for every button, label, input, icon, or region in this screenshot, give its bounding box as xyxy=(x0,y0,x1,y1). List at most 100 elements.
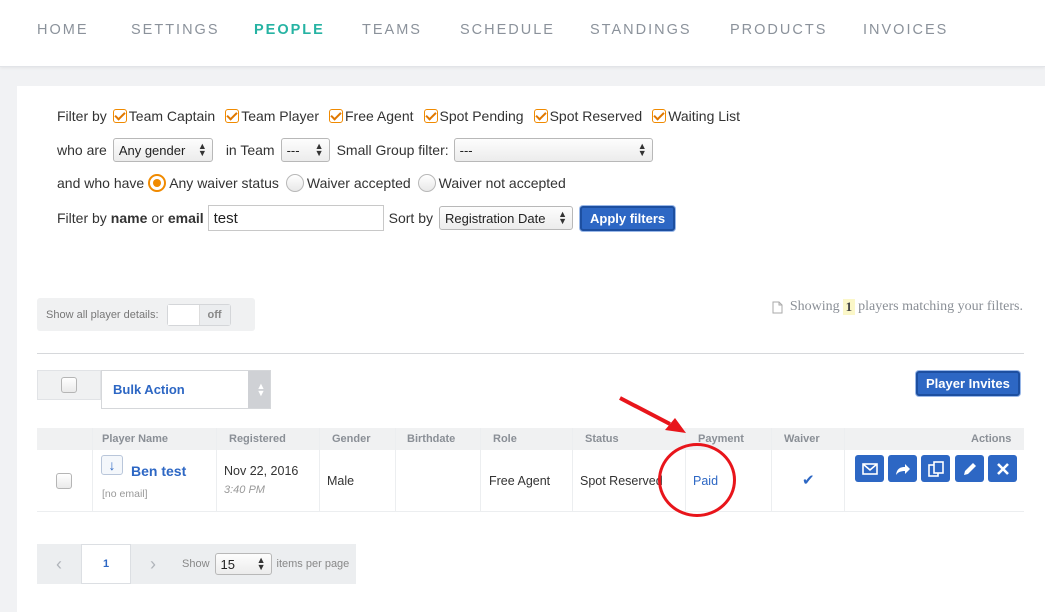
registered-date: Nov 22, 2016 xyxy=(224,464,299,478)
tab-schedule[interactable]: SCHEDULE xyxy=(460,22,555,38)
tab-settings[interactable]: SETTINGS xyxy=(131,22,220,38)
checkbox-team-captain[interactable] xyxy=(112,109,127,123)
toggle-knob xyxy=(167,304,200,325)
team-select-value: --- xyxy=(286,142,300,158)
or-label: or xyxy=(151,210,164,226)
registered-time: 3:40 PM xyxy=(224,484,265,496)
select-all-checkbox-cell xyxy=(37,370,101,400)
label-spot-reserved: Spot Reserved xyxy=(549,108,643,124)
players-table-header: Player Name Registered Gender Birthdate … xyxy=(37,428,1024,450)
per-page-control: Show 15 ▲ ▼ items per page xyxy=(175,544,357,584)
updown-icon: ▲ ▼ xyxy=(256,555,266,572)
updown-icon: ▲ ▼ xyxy=(637,141,647,158)
top-navigation: HOME SETTINGS PEOPLE TEAMS SCHEDULE STAN… xyxy=(0,0,1045,67)
label-team-player: Team Player xyxy=(241,108,319,124)
header-gender: Gender xyxy=(332,433,371,445)
bulk-action-bar: Bulk Action ▲ ▼ xyxy=(37,370,271,409)
table-row: ↓ Ben test [no email] Nov 22, 2016 3:40 … xyxy=(37,450,1024,512)
label-free-agent: Free Agent xyxy=(345,108,414,124)
sort-select[interactable]: Registration Date ▲ ▼ xyxy=(439,206,573,230)
per-page-select[interactable]: 15 ▲ ▼ xyxy=(214,553,272,575)
header-player-name: Player Name xyxy=(102,433,169,445)
annotation-arrow xyxy=(619,396,686,433)
label-waiver-not-accepted: Waiver not accepted xyxy=(438,175,566,191)
updown-icon: ▲ ▼ xyxy=(248,371,270,408)
prev-page-button[interactable]: ‹ xyxy=(37,544,81,584)
waiver-filter-row: and who have Any waiver status Waiver ac… xyxy=(57,174,566,192)
who-are-label: who are xyxy=(57,142,107,158)
tab-products[interactable]: PRODUCTS xyxy=(730,22,827,38)
document-icon xyxy=(772,301,783,313)
showing-prefix: Showing xyxy=(789,299,840,314)
updown-icon: ▲ ▼ xyxy=(314,141,324,158)
section-divider xyxy=(37,353,1024,354)
checkbox-spot-pending[interactable] xyxy=(423,109,438,123)
player-details-label: Show all player details: xyxy=(46,308,159,321)
radio-any-waiver[interactable] xyxy=(148,174,167,192)
arrow-down-icon[interactable]: ↓ xyxy=(101,455,123,475)
tab-invoices[interactable]: INVOICES xyxy=(863,22,948,38)
copy-icon[interactable] xyxy=(921,455,950,482)
gender-value: Male xyxy=(327,474,355,488)
player-email: [no email] xyxy=(102,488,148,500)
checkbox-waiting-list[interactable] xyxy=(652,109,667,123)
tab-home[interactable]: HOME xyxy=(37,22,89,38)
header-registered: Registered xyxy=(229,433,286,445)
per-page-value: 15 xyxy=(220,556,235,572)
next-page-button[interactable]: › xyxy=(131,544,175,584)
role-filter-row: Filter by Team Captain Team Player Free … xyxy=(57,108,750,124)
filter-by-label: Filter by xyxy=(57,108,107,124)
label-spot-pending: Spot Pending xyxy=(439,108,524,124)
bulk-action-select[interactable]: Bulk Action ▲ ▼ xyxy=(101,370,271,409)
small-group-label: Small Group filter: xyxy=(336,142,449,158)
role-value: Free Agent xyxy=(489,474,551,488)
select-filter-row: who are Any gender ▲ ▼ in Team --- ▲ ▼ Sma… xyxy=(57,138,653,162)
name-label: name xyxy=(110,210,148,226)
search-input[interactable] xyxy=(207,205,384,231)
small-group-select[interactable]: --- ▲ ▼ xyxy=(453,138,653,162)
pagination: ‹ 1 › Show 15 ▲ ▼ items per page xyxy=(37,544,357,584)
checkbox-team-player[interactable] xyxy=(225,109,240,123)
and-who-have-label: and who have xyxy=(57,175,145,191)
sort-by-label: Sort by xyxy=(388,210,433,226)
header-waiver: Waiver xyxy=(784,433,820,445)
gender-select-value: Any gender xyxy=(118,142,186,158)
annotation-circle xyxy=(658,443,736,517)
header-birthdate: Birthdate xyxy=(407,433,456,445)
sort-select-value: Registration Date xyxy=(445,210,546,226)
email-icon[interactable] xyxy=(855,455,884,482)
delete-icon[interactable] xyxy=(988,455,1017,482)
people-panel: Filter by Team Captain Team Player Free … xyxy=(17,86,1045,612)
tab-teams[interactable]: TEAMS xyxy=(362,22,422,38)
current-page[interactable]: 1 xyxy=(81,544,131,584)
tab-people[interactable]: PEOPLE xyxy=(254,22,325,38)
tab-standings[interactable]: STANDINGS xyxy=(590,22,692,38)
results-summary: Showing 1 players matching your filters. xyxy=(772,299,1023,315)
player-details-toggle[interactable]: off xyxy=(166,303,231,326)
toggle-state: off xyxy=(199,304,230,325)
edit-icon[interactable] xyxy=(955,455,984,482)
player-name-link[interactable]: Ben test xyxy=(131,463,186,479)
email-label: email xyxy=(167,210,204,226)
radio-waiver-accepted[interactable] xyxy=(285,174,304,192)
results-count-badge: 1 xyxy=(842,299,856,315)
label-team-captain: Team Captain xyxy=(128,108,216,124)
gender-select[interactable]: Any gender ▲ ▼ xyxy=(112,138,213,162)
team-select[interactable]: --- ▲ ▼ xyxy=(280,138,330,162)
label-waiting-list: Waiting List xyxy=(668,108,741,124)
label-any-waiver: Any waiver status xyxy=(169,175,279,191)
updown-icon: ▲ ▼ xyxy=(197,141,207,158)
player-invites-button[interactable]: Player Invites xyxy=(916,371,1020,396)
bulk-action-label: Bulk Action xyxy=(113,382,185,397)
checkbox-free-agent[interactable] xyxy=(329,109,343,123)
player-details-toggle-container: Show all player details: off xyxy=(37,298,255,331)
row-checkbox[interactable] xyxy=(56,473,72,489)
radio-waiver-not-accepted[interactable] xyxy=(417,174,436,192)
updown-icon: ▲ ▼ xyxy=(558,209,567,226)
checkbox-spot-reserved[interactable] xyxy=(533,109,548,123)
apply-filters-button[interactable]: Apply filters xyxy=(580,205,676,231)
header-actions: Actions xyxy=(971,433,1012,445)
items-per-page-label: items per page xyxy=(276,558,350,570)
share-icon[interactable] xyxy=(888,455,917,482)
select-all-checkbox[interactable] xyxy=(61,377,77,393)
